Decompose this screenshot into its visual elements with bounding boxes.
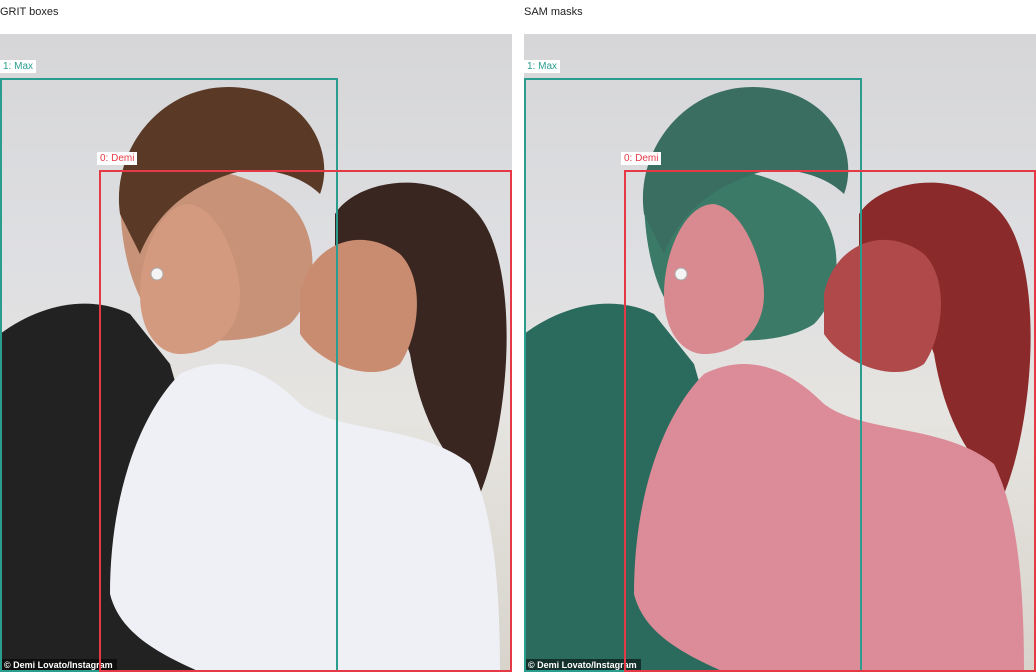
box-label-demi-right: 0: Demi [621,152,662,165]
box-label-max-left: 1: Max [0,60,37,73]
box-label-max-right: 1: Max [524,60,561,73]
box-demi-left [99,170,512,672]
right-panel-title: SAM masks [524,6,583,18]
box-demi-right [624,170,1036,672]
box-label-demi-left: 0: Demi [97,152,138,165]
left-panel-title: GRIT boxes [0,6,59,18]
